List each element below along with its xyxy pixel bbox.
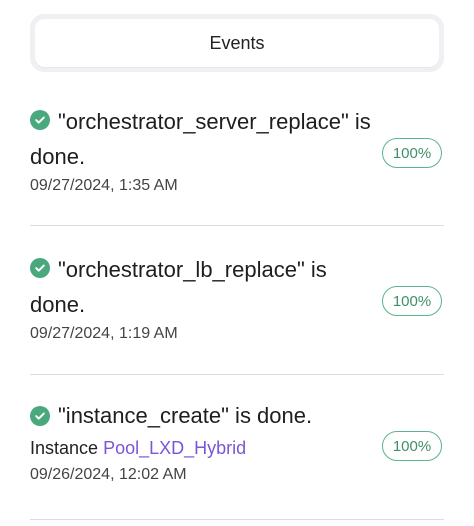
event-item: "instance_create" is done. Instance Pool… — [30, 375, 444, 520]
progress-badge: 100% — [382, 431, 442, 461]
events-header-container: Events — [30, 14, 444, 72]
event-item: "orchestrator_server_replace" is done. 0… — [30, 78, 444, 226]
event-title-line-1: "instance_create" is done. — [58, 403, 313, 428]
event-title-line-1: "orchestrator_lb_replace" is — [58, 257, 327, 282]
check-circle-icon — [30, 406, 50, 426]
event-title-line-2: done. — [30, 292, 86, 317]
event-item: "orchestrator_lb_replace" is done. 09/27… — [30, 226, 444, 375]
progress-badge: 100% — [382, 286, 442, 316]
event-timestamp: 09/27/2024, 1:19 AM — [30, 325, 178, 342]
events-header: Events — [35, 19, 439, 67]
events-list: "orchestrator_server_replace" is done. 0… — [0, 78, 474, 520]
event-timestamp: 09/27/2024, 1:35 AM — [30, 177, 178, 194]
check-circle-icon — [30, 258, 50, 278]
event-title-line-2: done. — [30, 144, 86, 169]
progress-badge: 100% — [382, 138, 442, 168]
instance-link[interactable]: Pool_LXD_Hybrid — [103, 438, 246, 458]
events-panel: Events "orchestrator_server_replace" is … — [0, 0, 474, 526]
event-timestamp: 09/26/2024, 12:02 AM — [30, 466, 187, 483]
check-circle-icon — [30, 110, 50, 130]
instance-label: Instance — [30, 438, 99, 458]
event-title-line-1: "orchestrator_server_replace" is — [58, 109, 371, 134]
event-instance-line: Instance Pool_LXD_Hybrid — [30, 438, 246, 459]
